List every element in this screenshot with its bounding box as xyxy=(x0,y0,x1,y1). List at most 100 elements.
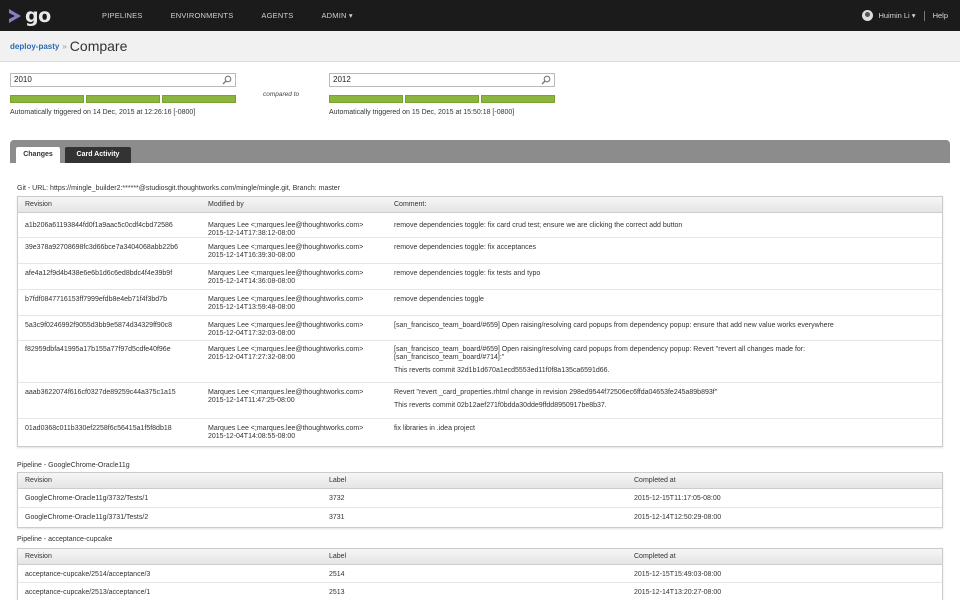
pipeline-material-label: Pipeline - acceptance-cupcake xyxy=(17,536,113,543)
compare-from-input[interactable]: 2010 xyxy=(10,73,236,87)
modified-by: Marques Lee <;marques.lee@thoughtworks.c… xyxy=(208,244,363,260)
search-icon[interactable] xyxy=(541,75,551,85)
user-menu: Huimin Li ▾ Help xyxy=(862,0,948,31)
modified-by: Marques Lee <;marques.lee@thoughtworks.c… xyxy=(208,296,363,312)
stage-bar[interactable] xyxy=(405,95,479,103)
commit-comment: remove dependencies toggle: fix card cru… xyxy=(394,222,683,229)
stage-bar[interactable] xyxy=(329,95,403,103)
commit-comment: remove dependencies toggle: fix tests an… xyxy=(394,270,541,277)
compare-from-stages xyxy=(10,95,236,103)
pipeline-revision-link[interactable]: acceptance-cupcake/2514/acceptance/3 xyxy=(25,571,150,579)
revision-hash: 01ad0368c011b330ef2258f6c56415a1f5f8db18 xyxy=(25,425,172,432)
table-row: 5a3c9f0246992f9055d3bb9e5874d34329ff90c8… xyxy=(18,316,942,341)
table-header: Revision Label Completed at xyxy=(18,473,942,489)
nav-environments[interactable]: ENVIRONMENTS xyxy=(171,0,234,31)
user-avatar-icon xyxy=(862,10,874,21)
comment-text: Revert "revert _card_properties.rhtml ch… xyxy=(394,389,718,396)
user-name-dropdown[interactable]: Huimin Li ▾ xyxy=(878,11,915,20)
author: Marques Lee <;marques.lee@thoughtworks.c… xyxy=(208,244,364,251)
column-header-revision: Revision xyxy=(25,477,52,484)
commit-date: 2015-12-04T14:08:55-08:00 xyxy=(208,433,296,440)
search-icon[interactable] xyxy=(222,75,232,85)
table-row: 01ad0368c011b330ef2258f6c56415a1f5f8db18… xyxy=(18,419,942,446)
nav-pipelines[interactable]: PIPELINES xyxy=(102,0,143,31)
table-row: 39e378a92708698fc3d66bce7a3404068abb22b6… xyxy=(18,238,942,264)
stage-bar[interactable] xyxy=(481,95,555,103)
commit-date: 2015-12-04T17:32:03-08:00 xyxy=(208,330,296,337)
commit-date: 2015-12-14T14:36:08-08:00 xyxy=(208,278,296,285)
modified-by: Marques Lee <;marques.lee@thoughtworks.c… xyxy=(208,346,363,362)
table-row: acceptance-cupcake/2514/acceptance/3 251… xyxy=(18,565,942,583)
table-row: aaab3622074f616cf0327de89259c44a375c1a15… xyxy=(18,383,942,419)
modified-by: Marques Lee <;marques.lee@thoughtworks.c… xyxy=(208,425,363,441)
pipeline-label-link[interactable]: 3732 xyxy=(329,495,345,503)
revision-hash: 5a3c9f0246992f9055d3bb9e5874d34329ff90c8 xyxy=(25,322,173,329)
table-row: b7fdf0847716153ff7999efdb8e4eb71f4f3bd7b… xyxy=(18,290,942,316)
commit-date: 2015-12-04T17:27:32-08:00 xyxy=(208,354,296,361)
git-material-label: Git - URL: https://mingle_builder2:*****… xyxy=(17,185,341,192)
stage-bar[interactable] xyxy=(10,95,84,103)
breadcrumb-pipeline[interactable]: deploy-pasty xyxy=(10,42,59,51)
pipeline-material-label: Pipeline - GoogleChrome-Oracle11g xyxy=(17,462,130,469)
pipeline-changes-table: Revision Label Completed at acceptance-c… xyxy=(17,548,943,600)
stage-bar[interactable] xyxy=(86,95,160,103)
nav-admin[interactable]: ADMIN ▾ xyxy=(321,0,352,31)
help-link[interactable]: Help xyxy=(933,11,948,20)
compare-to-input[interactable]: 2012 xyxy=(329,73,555,87)
comment-revert-note: This reverts commit 32d1b1d670a1ecd5553e… xyxy=(394,367,610,374)
column-header-completed-at: Completed at xyxy=(634,553,676,560)
pipeline-label-link[interactable]: 3731 xyxy=(329,514,345,522)
stage-bar[interactable] xyxy=(162,95,236,103)
pipeline-changes-table: Revision Label Completed at GoogleChrome… xyxy=(17,472,943,528)
column-header-comment: Comment: xyxy=(394,201,427,208)
go-logo-icon xyxy=(9,8,21,23)
author: Marques Lee <;marques.lee@thoughtworks.c… xyxy=(208,389,364,396)
logo-text: go xyxy=(25,4,51,27)
pipeline-revision-link[interactable]: GoogleChrome-Oracle11g/3731/Tests/2 xyxy=(25,514,148,522)
completed-at: 2015-12-15T15:49:03-08:00 xyxy=(634,571,722,578)
revision-hash: f82959dbfa41995a17b155a77f97d5cdfe40f96e xyxy=(25,346,171,353)
table-header: Revision Label Completed at xyxy=(18,549,942,565)
modified-by: Marques Lee <;marques.lee@thoughtworks.c… xyxy=(208,389,363,405)
commit-comment: [san_francisco_team_board/#659] Open rai… xyxy=(394,322,834,329)
modified-by: Marques Lee <;marques.lee@thoughtworks.c… xyxy=(208,322,363,338)
page-header: deploy-pasty » Compare xyxy=(0,31,960,62)
table-row: afe4a12f9d4b438e6e6b1d6c6ed8bdc4f4e39b9f… xyxy=(18,264,942,290)
table-row: a1b206a61193844fd0f1a9aac5c0cdf4cbd72586… xyxy=(18,213,942,238)
nav-agents[interactable]: AGENTS xyxy=(261,0,293,31)
page-title: Compare xyxy=(69,38,128,54)
pipeline-label-link[interactable]: 2513 xyxy=(329,589,345,597)
main-nav: PIPELINES ENVIRONMENTS AGENTS ADMIN ▾ xyxy=(102,0,353,31)
top-navbar: go PIPELINES ENVIRONMENTS AGENTS ADMIN ▾… xyxy=(0,0,960,31)
completed-at: 2015-12-15T11:17:05-08:00 xyxy=(634,495,721,502)
nav-divider xyxy=(923,10,925,21)
commit-date: 2015-12-14T17:38:12-08:00 xyxy=(208,230,296,237)
revision-hash: afe4a12f9d4b438e6e6b1d6c6ed8bdc4f4e39b9f xyxy=(25,270,173,277)
column-header-revision: Revision xyxy=(25,201,52,208)
revision-hash: 39e378a92708698fc3d66bce7a3404068abb22b6 xyxy=(25,244,178,251)
commit-date: 2015-12-14T16:39:30-08:00 xyxy=(208,252,296,259)
compare-from-value: 2010 xyxy=(14,75,32,84)
tab-card-activity[interactable]: Card Activity xyxy=(65,147,131,163)
tab-bar: Changes Card Activity xyxy=(10,140,950,163)
table-row: GoogleChrome-Oracle11g/3732/Tests/1 3732… xyxy=(18,489,942,508)
revision-hash: b7fdf0847716153ff7999efdb8e4eb71f4f3bd7b xyxy=(25,296,167,303)
author: Marques Lee <;marques.lee@thoughtworks.c… xyxy=(208,296,364,303)
go-logo[interactable]: go xyxy=(8,4,51,27)
commit-comment: remove dependencies toggle: fix acceptan… xyxy=(394,244,537,251)
revision-hash: a1b206a61193844fd0f1a9aac5c0cdf4cbd72586 xyxy=(25,222,173,229)
commit-comment: [san_francisco_team_board/#659] Open rai… xyxy=(394,346,864,375)
column-header-completed-at: Completed at xyxy=(634,477,676,484)
column-header-label: Label xyxy=(329,553,347,560)
commit-comment: remove dependencies toggle xyxy=(394,296,484,303)
completed-at: 2015-12-14T13:20:27-08:00 xyxy=(634,589,722,596)
git-changes-table: Revision Modified by Comment: a1b206a611… xyxy=(17,196,943,447)
tab-changes[interactable]: Changes xyxy=(16,147,60,163)
author: Marques Lee <;marques.lee@thoughtworks.c… xyxy=(208,425,364,432)
pipeline-revision-link[interactable]: acceptance-cupcake/2513/acceptance/1 xyxy=(25,589,150,597)
comment-revert-note: This reverts commit 02b12aef271f0bdda30d… xyxy=(394,402,607,409)
pipeline-label-link[interactable]: 2514 xyxy=(329,571,345,579)
table-row: acceptance-cupcake/2513/acceptance/1 251… xyxy=(18,583,942,600)
compare-to-stages xyxy=(329,95,555,103)
pipeline-revision-link[interactable]: GoogleChrome-Oracle11g/3732/Tests/1 xyxy=(25,495,148,503)
